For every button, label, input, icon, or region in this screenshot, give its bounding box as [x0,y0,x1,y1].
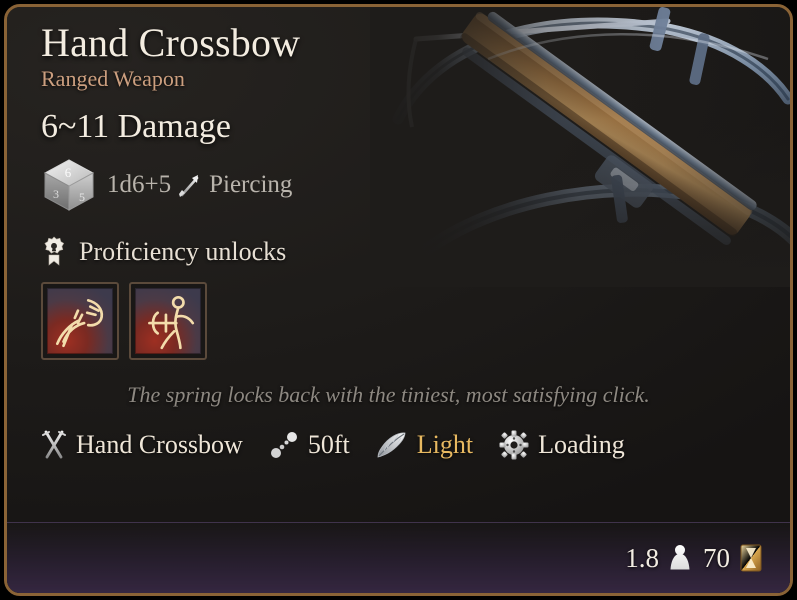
damage-dice-group: 1d6+5 Piercing [107,171,292,199]
skill-icon-crossbow-shot[interactable] [129,282,207,361]
property-weapon-type-label: Hand Crossbow [76,430,243,460]
weight-icon [667,542,693,574]
damage-detail-row: 6 3 5 1d6+5 Piercing [41,156,764,214]
property-light: Light [376,430,473,460]
property-range: 50ft [269,430,350,460]
weight-value: 1.8 [625,542,659,573]
item-title: Hand Crossbow [41,20,301,65]
weapon-properties-row: Hand Crossbow 50ft Light Loading [41,430,764,460]
damage-type-label: Piercing [209,171,293,199]
skill-icon-crossbow-shot-art [135,288,201,355]
damage-dice-value: 1d6+5 [107,171,172,199]
price-value: 70 [703,542,730,573]
damage-summary: 6~11 Damage [41,108,231,146]
award-medal-icon [41,236,67,268]
property-loading: Loading [499,430,625,460]
proficiency-header: Proficiency unlocks [79,237,287,267]
tooltip-footer: 1.8 70 [7,522,790,593]
property-light-label: Light [416,430,474,460]
range-dots-icon [269,430,299,460]
property-range-label: 50ft [307,430,350,460]
svg-text:6: 6 [65,165,72,180]
dice-cube-icon: 6 3 5 [41,156,97,214]
skill-icon-beast-art [47,288,113,355]
svg-text:3: 3 [53,187,59,201]
piercing-arrow-icon [179,172,201,198]
price-stat: 70 [703,543,764,574]
gear-icon [499,430,529,460]
proficiency-row: Proficiency unlocks [41,236,764,268]
svg-text:5: 5 [79,190,85,204]
crossed-swords-icon [41,430,67,460]
gold-coin-icon [738,543,764,573]
item-tooltip: Hand Crossbow Ranged Weapon 6~11 Damage [4,4,793,596]
property-loading-label: Loading [538,430,625,460]
feather-icon [376,430,408,460]
proficiency-skill-list [41,282,764,361]
skill-icon-beast[interactable] [41,282,119,361]
property-weapon-type: Hand Crossbow [41,430,243,460]
item-subtitle: Ranged Weapon [41,66,185,92]
tooltip-content: Hand Crossbow Ranged Weapon 6~11 Damage [7,7,790,460]
flavour-text: The spring locks back with the tiniest, … [127,382,650,408]
weight-stat: 1.8 [625,542,693,574]
